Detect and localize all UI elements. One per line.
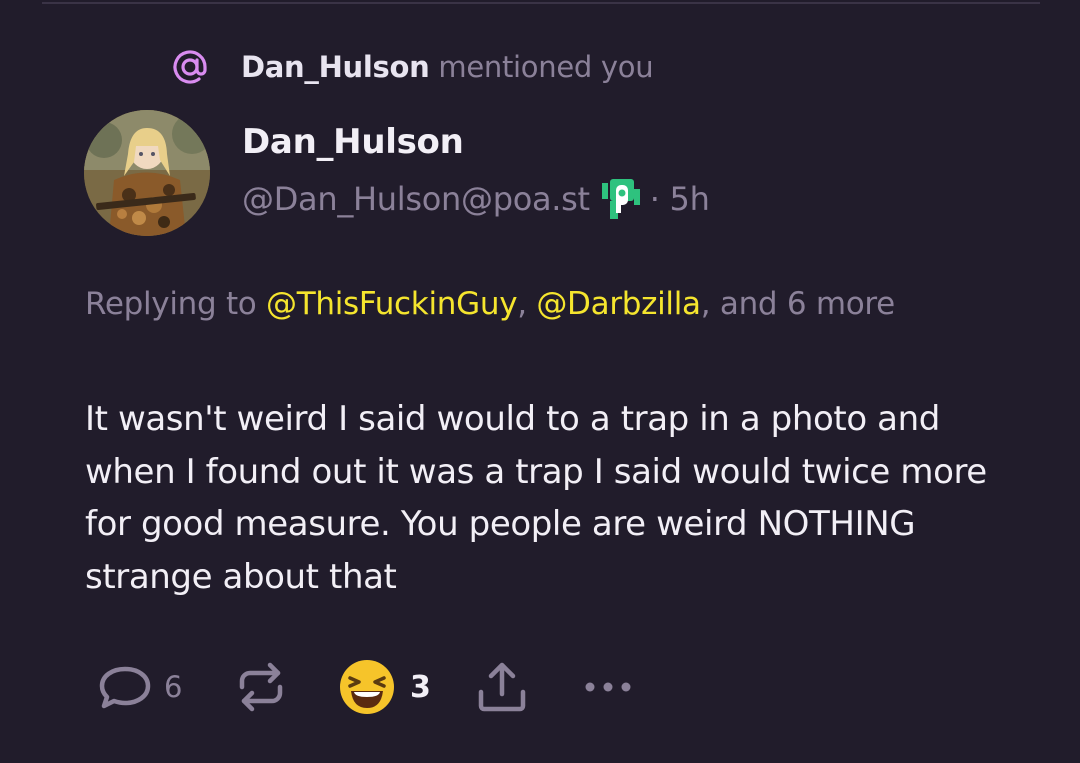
notification-action: mentioned you [438, 50, 654, 84]
repost-icon [234, 661, 288, 713]
top-divider [42, 2, 1040, 4]
at-sign-icon [170, 47, 210, 87]
replying-to: Replying to @ThisFuckinGuy, @Darbzilla, … [85, 278, 965, 330]
repost-button[interactable] [234, 656, 288, 718]
share-button[interactable] [476, 656, 528, 718]
more-button[interactable] [582, 656, 634, 718]
reply-mention-darbzilla[interactable]: @Darbzilla [536, 286, 701, 322]
post-actions: 6 3 [98, 656, 658, 718]
post-body: It wasn't weird I said would to a trap i… [85, 399, 987, 597]
reply-count: 6 [164, 670, 183, 704]
laughing-face-emoji [338, 658, 396, 716]
notification-text: Dan_Hulson mentioned you [241, 50, 654, 84]
pleroma-icon [601, 179, 640, 219]
reaction-button[interactable]: 3 [338, 656, 431, 718]
share-upload-icon [476, 660, 528, 714]
notification-header: Dan_Hulson mentioned you [170, 46, 654, 88]
reply-more[interactable]: , and 6 more [701, 286, 895, 322]
reply-mention-thisfuckinguy[interactable]: @ThisFuckinGuy [266, 286, 518, 322]
more-dots-icon [582, 677, 634, 697]
author-display-name[interactable]: Dan_Hulson [242, 122, 464, 162]
reaction-count: 3 [410, 669, 431, 705]
reply-separator: , [517, 286, 527, 322]
author-handle[interactable]: @Dan_Hulson@poa.st [242, 180, 590, 218]
author-meta: @Dan_Hulson@poa.st · 5h [242, 176, 710, 222]
post-age[interactable]: · 5h [650, 180, 710, 218]
reply-button[interactable]: 6 [98, 656, 182, 718]
notification-username[interactable]: Dan_Hulson [241, 50, 430, 84]
replying-prefix: Replying to [85, 286, 257, 322]
speech-bubble-icon [98, 663, 154, 711]
avatar[interactable] [84, 110, 210, 236]
